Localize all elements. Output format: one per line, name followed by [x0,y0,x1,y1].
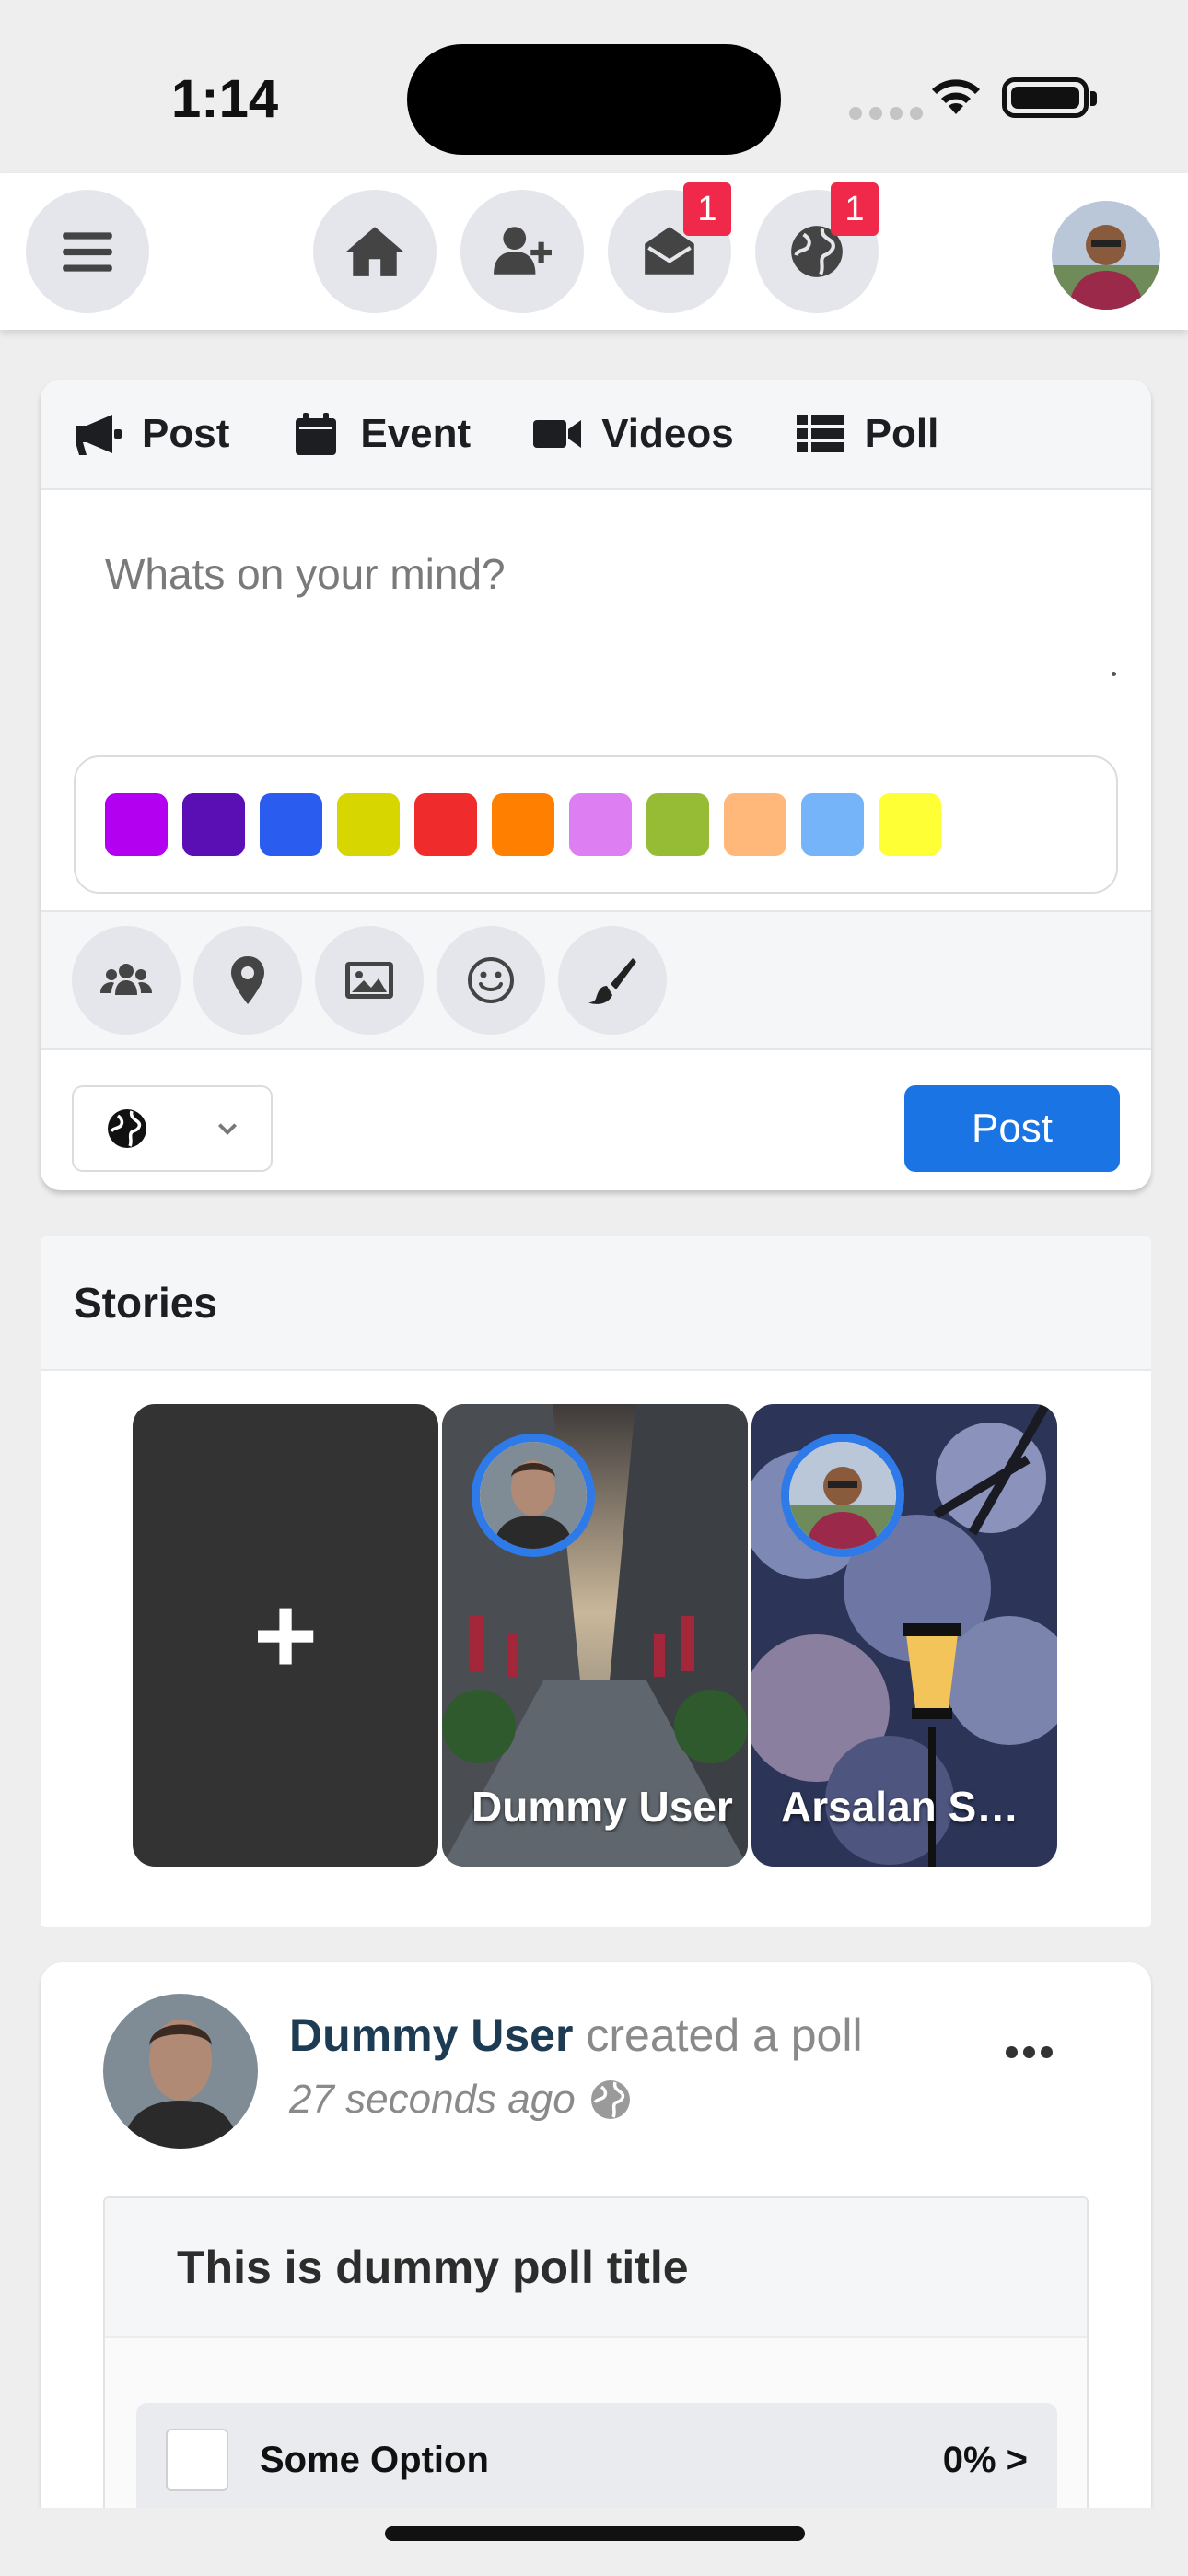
story-card[interactable]: Dummy User [442,1404,748,1867]
color-swatch[interactable] [879,793,941,856]
poll-option-percent[interactable]: 0% > [943,2440,1028,2481]
post-meta: 27 seconds ago [289,2077,633,2123]
plus-icon: + [252,1574,319,1697]
poll-title: This is dummy poll title [105,2198,1087,2338]
post-header: Dummy User created a poll [289,2008,863,2062]
poll-option[interactable]: Some Option 0% > [136,2403,1057,2517]
status-bar: 1:14 [0,0,1188,173]
hamburger-icon [63,232,112,272]
tab-poll-label: Poll [864,411,939,456]
profile-avatar[interactable] [1052,201,1160,310]
post-action-text: created a poll [586,2009,863,2061]
notifications-button[interactable]: 1 [755,182,879,313]
tag-people-button[interactable] [72,926,181,1035]
post-composer: Post Event Videos Poll Whats on your min… [41,380,1151,1190]
add-story-button[interactable]: + [133,1404,438,1867]
home-button[interactable] [313,190,437,313]
composer-tabs: Post Event Videos Poll [41,380,1151,490]
color-swatch[interactable] [646,793,709,856]
video-camera-icon [533,420,582,448]
story-avatar [781,1434,904,1557]
megaphone-icon [76,415,122,455]
status-time: 1:14 [171,69,279,129]
privacy-dropdown[interactable] [72,1085,273,1172]
tab-post-label: Post [142,411,230,456]
smiley-icon [468,957,514,1003]
globe-icon [590,2080,630,2119]
story-card[interactable]: Arsalan Shah [751,1404,1057,1867]
story-carousel[interactable]: + Dummy User Arsalan Shah [133,1404,1057,1867]
calendar-icon [296,413,337,455]
post-text-placeholder: Whats on your mind? [105,550,506,598]
add-friend-icon [494,227,552,275]
top-navigation: 1 1 [0,173,1188,330]
list-icon [796,415,844,452]
poll-option-label: Some Option [260,2439,489,2480]
color-swatch[interactable] [724,793,786,856]
messages-button[interactable]: 1 [608,182,731,313]
stories-section: Stories + Dummy User Arsalan Shah [41,1236,1151,1927]
color-swatch[interactable] [414,793,477,856]
background-color-palette [74,755,1118,894]
chevron-down-icon [217,1123,238,1136]
stories-title: Stories [41,1236,1151,1371]
tab-post[interactable]: Post [72,411,229,457]
friend-requests-button[interactable] [460,190,584,313]
messages-badge: 1 [683,182,731,236]
post-author-avatar[interactable] [103,1994,258,2149]
tab-videos[interactable]: Videos [531,411,734,457]
paint-button[interactable] [558,926,667,1035]
composer-tools [41,910,1151,1050]
post-timestamp[interactable]: 27 seconds ago [289,2077,576,2123]
story-author-name: Arsalan Shah [781,1783,1042,1831]
resize-handle[interactable] [1112,672,1116,676]
color-swatch[interactable] [260,793,322,856]
color-swatch[interactable] [569,793,632,856]
add-photo-button[interactable] [315,926,424,1035]
paintbrush-icon [588,958,636,1004]
cellular-signal-icon [849,107,923,120]
post-author-name[interactable]: Dummy User [289,2009,573,2061]
tab-poll[interactable]: Poll [795,411,939,457]
home-icon [346,227,403,276]
story-avatar [472,1434,595,1557]
image-icon [345,962,393,999]
feeling-button[interactable] [437,926,545,1035]
poll-option-checkbox[interactable] [166,2429,228,2491]
home-indicator[interactable] [385,2526,805,2541]
tab-event-label: Event [360,411,472,456]
battery-icon [1002,77,1097,118]
tab-event[interactable]: Event [290,411,471,457]
more-dots-icon [1006,2045,1018,2058]
globe-icon [108,1109,146,1148]
bottom-safe-area [0,2508,1188,2576]
color-swatch[interactable] [801,793,864,856]
story-author-name: Dummy User [472,1783,733,1831]
location-button[interactable] [193,926,302,1035]
color-swatch[interactable] [337,793,400,856]
feed-post: Dummy User created a poll 27 seconds ago… [41,1962,1151,2576]
post-options-button[interactable] [1006,2038,1061,2066]
color-swatch[interactable] [182,793,245,856]
post-text-input[interactable]: Whats on your mind? [41,490,1151,750]
dynamic-island [407,44,781,155]
color-swatch[interactable] [492,793,554,856]
notifications-badge: 1 [831,182,879,236]
group-icon [100,964,152,995]
post-button[interactable]: Post [904,1085,1120,1172]
menu-button[interactable] [26,190,149,313]
tab-videos-label: Videos [601,411,734,456]
location-pin-icon [231,956,264,1004]
wifi-icon [932,79,980,114]
color-swatch[interactable] [105,793,168,856]
